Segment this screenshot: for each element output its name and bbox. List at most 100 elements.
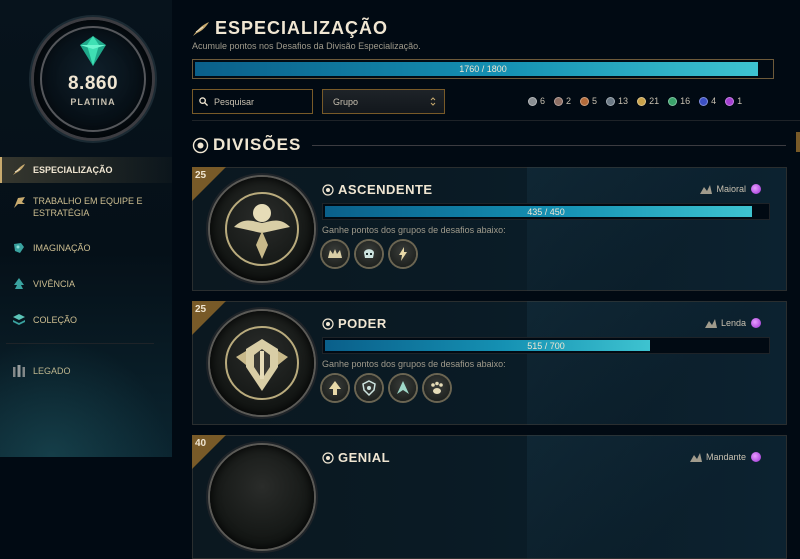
challenge-group[interactable] [356, 241, 382, 267]
division-rank-text: Maioral [716, 184, 746, 194]
total-progress-text: 1760 / 1800 [459, 64, 507, 74]
rank-gem-icon [751, 452, 761, 462]
page-title-text: ESPECIALIZAÇÃO [215, 18, 389, 38]
arrow-up-icon [329, 381, 341, 395]
shield-icon [362, 380, 376, 397]
challenge-group[interactable] [390, 241, 416, 267]
section-title: DIVISÕES [192, 135, 301, 155]
division-level: 25 [195, 304, 207, 315]
lightning-icon [399, 247, 407, 261]
group-select-value: Grupo [333, 96, 359, 107]
division-name-text: ASCENDENTE [338, 182, 433, 197]
tier-gem-icon [580, 96, 590, 106]
sidebar-item-label: LEGADO [33, 366, 71, 376]
challenge-group[interactable] [322, 241, 348, 267]
sidebar-divider [6, 343, 154, 344]
pillars-icon [13, 365, 25, 377]
division-badge [210, 311, 314, 415]
paint-icon [14, 243, 24, 253]
sidebar: 8.860 PLATINA ESPECIALIZAÇÃO TRABALHO EM… [0, 0, 172, 457]
tier-label: PLATINA [70, 97, 116, 107]
platinum-gem-icon [80, 36, 106, 66]
tier-count-value: 16 [680, 96, 691, 106]
division-badge [210, 445, 314, 549]
tier-gem-icon [699, 96, 709, 106]
rank-climb-icon [704, 319, 717, 328]
division-name-text: PODER [338, 316, 387, 331]
tier-gem-icon [668, 96, 678, 106]
sun-crest-icon [225, 192, 299, 266]
division-hint: Ganhe pontos dos grupos de desafios abai… [322, 225, 506, 235]
division-progress-text: 435 / 450 [527, 207, 565, 217]
sidebar-item-vivencia[interactable]: VIVÊNCIA [0, 271, 172, 297]
division-card-genial[interactable]: 40 GENIAL Mandante [192, 435, 787, 559]
tier-count-value: 4 [711, 96, 717, 106]
header-divider [192, 120, 800, 121]
crown-icon [328, 249, 342, 258]
group-select[interactable]: Grupo [322, 89, 445, 114]
sidebar-item-imaginacao[interactable]: IMAGINAÇÃO [0, 235, 172, 261]
tier-count: 4 [699, 96, 716, 106]
tier-count-value: 1 [737, 96, 743, 106]
search-icon [199, 97, 208, 106]
sidebar-item-label: COLEÇÃO [33, 315, 78, 325]
division-card-ascendente[interactable]: 25 ASCENDENTE Maioral 435 / 450 Ganhe po… [192, 167, 787, 291]
skull-helmet-icon [364, 249, 374, 258]
division-level: 25 [195, 170, 207, 181]
challenge-group[interactable] [356, 375, 382, 401]
rank-gem-icon [751, 184, 761, 194]
tier-count: 2 [554, 96, 571, 106]
target-icon [322, 317, 334, 330]
sidebar-item-colecao[interactable]: COLEÇÃO [0, 307, 172, 333]
tier-gem-icon [528, 96, 537, 106]
tier-gem-icon [637, 96, 647, 106]
division-rank: Mandante [689, 451, 761, 463]
search-input[interactable] [212, 95, 306, 108]
division-progress-bar: 515 / 700 [322, 337, 770, 354]
division-hint: Ganhe pontos dos grupos de desafios abai… [322, 359, 506, 369]
challenge-group[interactable] [424, 375, 450, 401]
sidebar-item-trabalho-em-equipe[interactable]: TRABALHO EM EQUIPE E ESTRATÉGIA [0, 193, 172, 225]
section-title-text: DIVISÕES [213, 135, 302, 154]
sidebar-item-label: IMAGINAÇÃO [33, 243, 91, 253]
target-icon [192, 137, 209, 153]
flag-icon [14, 197, 25, 208]
division-rank: Lenda [704, 317, 761, 329]
tier-count-value: 13 [618, 96, 629, 106]
division-rank: Maioral [699, 183, 761, 195]
sidebar-item-legado[interactable]: LEGADO [0, 358, 172, 384]
division-rank-text: Mandante [705, 452, 746, 462]
search-box[interactable] [192, 89, 313, 114]
tier-count: 21 [637, 96, 659, 106]
warrior-crest-icon [225, 326, 299, 400]
feather-quill-icon [13, 164, 25, 175]
feather-quill-icon [193, 21, 209, 36]
target-icon [322, 451, 334, 464]
tier-count: 6 [528, 96, 545, 106]
sidebar-item-label: ESPECIALIZAÇÃO [33, 165, 113, 175]
page-title: ESPECIALIZAÇÃO [192, 18, 388, 39]
sidebar-item-label: TRABALHO EM EQUIPE E ESTRATÉGIA [33, 196, 143, 218]
sidebar-item-especializacao[interactable]: ESPECIALIZAÇÃO [0, 157, 172, 183]
sidebar-item-label: VIVÊNCIA [33, 279, 76, 289]
tier-gem-icon [725, 96, 735, 106]
section-divider [312, 145, 786, 146]
tree-icon [14, 278, 24, 289]
scrollbar-thumb[interactable] [796, 132, 800, 152]
division-card-poder[interactable]: 25 PODER Lenda 515 / 700 Ganhe pontos do… [192, 301, 787, 425]
tier-count-value: 5 [592, 96, 598, 106]
tier-gem-icon [554, 96, 564, 106]
division-name-text: GENIAL [338, 450, 391, 465]
rank-gem-icon [751, 318, 761, 328]
stack-icon [13, 314, 25, 325]
challenge-group[interactable] [322, 375, 348, 401]
tier-counts: 6 2 5 13 21 16 4 1 [528, 96, 751, 106]
division-name: GENIAL [322, 450, 390, 465]
rank-climb-icon [689, 453, 702, 462]
challenge-group[interactable] [390, 375, 416, 401]
division-badge [210, 177, 314, 281]
division-level: 40 [195, 438, 207, 449]
tier-gem-icon [606, 96, 616, 106]
main-content: ESPECIALIZAÇÃO Acumule pontos nos Desafi… [172, 0, 800, 559]
spire-icon [397, 381, 409, 394]
